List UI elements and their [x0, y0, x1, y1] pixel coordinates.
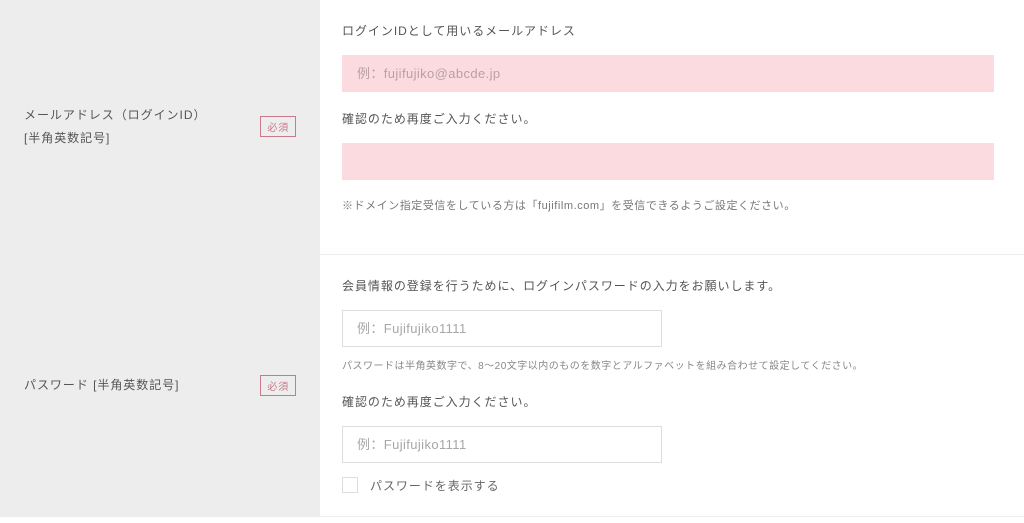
password-label: パスワード [半角英数記号] [24, 374, 179, 397]
email-input[interactable] [342, 55, 994, 92]
email-confirm-input[interactable] [342, 143, 994, 180]
password-label-col: パスワード [半角英数記号] 必須 [0, 255, 320, 516]
password-required-badge: 必須 [260, 375, 296, 396]
email-required-badge: 必須 [260, 116, 296, 137]
email-label: メールアドレス（ログインID） [半角英数記号] [24, 104, 206, 150]
show-password-row: パスワードを表示する [342, 477, 994, 494]
email-row: メールアドレス（ログインID） [半角英数記号] 必須 ログインIDとして用いる… [0, 0, 1024, 255]
email-domain-note: ※ドメイン指定受信をしている方は「fujifilm.com」を受信できるようご設… [342, 198, 994, 216]
password-rule: パスワードは半角英数字で、8～20文字以内のものを数字とアルファベットを組み合わ… [342, 359, 994, 375]
show-password-label: パスワードを表示する [370, 477, 500, 494]
password-desc2: 確認のため再度ご入力ください。 [342, 393, 994, 410]
email-label-line2: [半角英数記号] [24, 131, 110, 145]
email-desc2: 確認のため再度ご入力ください。 [342, 110, 994, 127]
password-desc1: 会員情報の登録を行うために、ログインパスワードの入力をお願いします。 [342, 277, 994, 294]
email-label-line1: メールアドレス（ログインID） [24, 108, 206, 122]
password-confirm-input[interactable] [342, 426, 662, 463]
password-row: パスワード [半角英数記号] 必須 会員情報の登録を行うために、ログインパスワー… [0, 255, 1024, 517]
show-password-checkbox[interactable] [342, 477, 358, 493]
password-input-col: 会員情報の登録を行うために、ログインパスワードの入力をお願いします。 パスワード… [320, 255, 1024, 516]
email-desc1: ログインIDとして用いるメールアドレス [342, 22, 994, 39]
email-input-col: ログインIDとして用いるメールアドレス 確認のため再度ご入力ください。 ※ドメイ… [320, 0, 1024, 254]
email-label-col: メールアドレス（ログインID） [半角英数記号] 必須 [0, 0, 320, 254]
password-input[interactable] [342, 310, 662, 347]
